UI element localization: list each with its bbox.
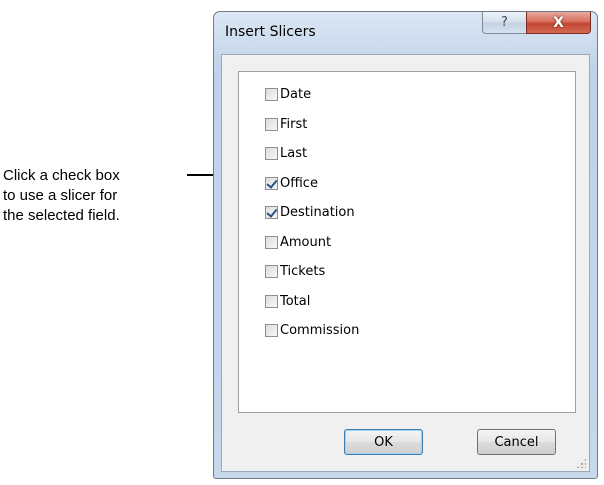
field-label: Total (280, 293, 311, 309)
callout-annotation: Click a check box to use a slicer for th… (3, 166, 193, 226)
close-icon: X (553, 14, 564, 31)
field-label: Date (280, 87, 312, 103)
help-icon: ? (501, 15, 508, 30)
title-bar[interactable]: Insert Slicers ? X (214, 12, 597, 54)
field-item-destination[interactable]: Destination (265, 198, 359, 228)
checkbox[interactable] (265, 324, 278, 338)
dialog-title: Insert Slicers (225, 24, 316, 40)
checkbox[interactable] (265, 235, 278, 249)
field-item-first[interactable]: First (265, 110, 359, 140)
ok-button-label: OK (374, 434, 393, 450)
close-button[interactable]: X (526, 12, 591, 34)
callout-line-1: Click a check box (3, 167, 120, 184)
field-label: Destination (280, 205, 355, 221)
field-label: Tickets (280, 264, 326, 280)
field-label: First (280, 116, 308, 132)
callout-line-3: the selected field. (3, 207, 120, 224)
help-button[interactable]: ? (482, 12, 527, 34)
checkbox[interactable] (265, 265, 278, 279)
checkbox[interactable] (265, 147, 278, 161)
dialog-body: Date First Last Office Destination Amoun… (221, 54, 590, 472)
cancel-button[interactable]: Cancel (477, 429, 556, 455)
field-label: Last (280, 146, 308, 162)
callout-line-2: to use a slicer for (3, 187, 118, 204)
field-item-last[interactable]: Last (265, 139, 359, 169)
field-item-date[interactable]: Date (265, 80, 359, 110)
field-list: Date First Last Office Destination Amoun… (265, 80, 359, 346)
field-list-panel: Date First Last Office Destination Amoun… (238, 71, 576, 413)
checkbox[interactable] (265, 206, 278, 220)
field-label: Office (280, 175, 318, 191)
ok-button[interactable]: OK (344, 429, 423, 455)
field-item-total[interactable]: Total (265, 287, 359, 317)
field-item-amount[interactable]: Amount (265, 228, 359, 258)
field-label: Amount (280, 234, 332, 250)
field-item-tickets[interactable]: Tickets (265, 257, 359, 287)
checkbox[interactable] (265, 294, 278, 308)
field-item-office[interactable]: Office (265, 169, 359, 199)
checkbox[interactable] (265, 88, 278, 102)
field-label: Commission (280, 323, 360, 339)
checkbox[interactable] (265, 176, 278, 190)
checkbox[interactable] (265, 117, 278, 131)
resize-grip[interactable] (576, 458, 586, 468)
cancel-button-label: Cancel (494, 434, 539, 450)
field-item-commission[interactable]: Commission (265, 316, 359, 346)
insert-slicers-dialog: Insert Slicers ? X Date First Last Offic… (213, 11, 598, 479)
